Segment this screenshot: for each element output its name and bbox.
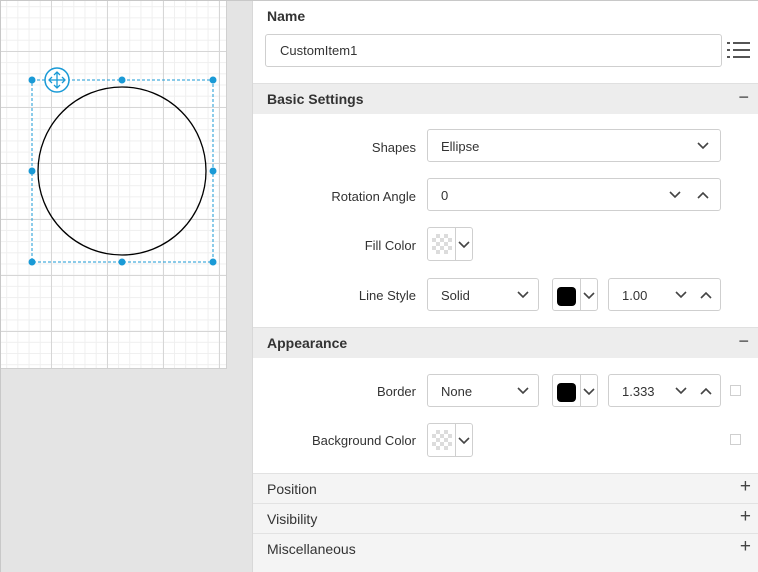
basic-settings-header[interactable]: Basic Settings − xyxy=(253,83,758,114)
resize-handle-left xyxy=(28,167,36,175)
chevron-down-icon xyxy=(457,240,471,250)
line-style-label: Line Style xyxy=(358,288,416,303)
minus-icon[interactable]: − xyxy=(738,331,749,352)
line-style-value: Solid xyxy=(441,288,470,303)
design-canvas-area xyxy=(1,1,252,572)
chevron-down-icon xyxy=(516,290,530,300)
shapes-dropdown[interactable]: Ellipse xyxy=(427,129,721,162)
line-width-spinner[interactable]: 1.00 xyxy=(608,278,721,311)
design-canvas[interactable] xyxy=(1,1,227,369)
resize-handle-bottom xyxy=(118,258,126,266)
resize-handle-bottom-left xyxy=(28,258,36,266)
chevron-up-icon[interactable] xyxy=(696,190,710,200)
plus-icon[interactable]: + xyxy=(740,506,751,528)
section-miscellaneous[interactable]: Miscellaneous + xyxy=(253,533,758,572)
chevron-down-icon xyxy=(582,387,596,397)
move-icon[interactable] xyxy=(44,67,70,93)
resize-handle-top-right xyxy=(209,76,217,84)
picker-divider xyxy=(455,424,456,456)
chevron-down-icon xyxy=(696,141,710,151)
chevron-up-icon[interactable] xyxy=(699,290,713,300)
shapes-label: Shapes xyxy=(371,140,416,155)
chevron-up-icon[interactable] xyxy=(699,386,713,396)
border-checkbox[interactable] xyxy=(730,385,741,396)
shapes-value: Ellipse xyxy=(441,139,480,154)
border-dropdown[interactable]: None xyxy=(427,374,539,407)
selection-box xyxy=(31,79,214,263)
chevron-down-icon xyxy=(457,436,471,446)
appearance-header[interactable]: Appearance − xyxy=(253,327,758,358)
section-visibility-title: Visibility xyxy=(267,511,318,527)
border-width-spinner[interactable]: 1.333 xyxy=(608,374,721,407)
background-checkbox[interactable] xyxy=(730,434,741,445)
name-label: Name xyxy=(267,8,306,24)
background-color-picker[interactable] xyxy=(427,423,473,457)
appearance-title: Appearance xyxy=(267,335,348,351)
line-style-dropdown[interactable]: Solid xyxy=(427,278,539,311)
canvas-drawing xyxy=(28,67,217,266)
border-color-picker[interactable] xyxy=(552,374,598,407)
border-value: None xyxy=(441,384,473,399)
name-input[interactable]: CustomItem1 xyxy=(265,34,722,67)
chevron-down-icon xyxy=(516,386,530,396)
properties-panel: Name CustomItem1 Basic Settings − Shapes xyxy=(252,1,758,572)
transparent-swatch xyxy=(432,234,452,254)
section-position-title: Position xyxy=(267,481,317,497)
minus-icon[interactable]: − xyxy=(738,87,749,108)
picker-divider xyxy=(580,375,581,406)
resize-handle-bottom-right xyxy=(209,258,217,266)
basic-settings-title: Basic Settings xyxy=(267,91,364,107)
chevron-down-icon[interactable] xyxy=(674,386,688,396)
rotation-angle-label: Rotation Angle xyxy=(331,189,416,204)
fill-color-label: Fill Color xyxy=(364,238,416,253)
list-icon[interactable] xyxy=(727,39,751,61)
fill-color-picker[interactable] xyxy=(427,227,473,261)
rotation-angle-spinner[interactable]: 0 xyxy=(427,178,721,211)
resize-handles[interactable] xyxy=(28,76,217,266)
transparent-swatch xyxy=(432,430,452,450)
report-designer: Name CustomItem1 Basic Settings − Shapes xyxy=(0,0,758,572)
chevron-down-icon[interactable] xyxy=(674,290,688,300)
rotation-angle-value: 0 xyxy=(441,188,449,203)
border-label: Border xyxy=(376,384,416,399)
section-position[interactable]: Position + xyxy=(253,473,758,503)
border-color-swatch xyxy=(557,383,576,402)
chevron-down-icon[interactable] xyxy=(668,190,682,200)
picker-divider xyxy=(580,279,581,310)
resize-handle-right xyxy=(209,167,217,175)
plus-icon[interactable]: + xyxy=(740,536,751,558)
resize-handle-top-left xyxy=(28,76,36,84)
line-color-picker[interactable] xyxy=(552,278,598,311)
background-color-label: Background Color xyxy=(311,433,416,448)
section-miscellaneous-title: Miscellaneous xyxy=(267,541,356,557)
section-visibility[interactable]: Visibility + xyxy=(253,503,758,533)
chevron-down-icon xyxy=(582,291,596,301)
plus-icon[interactable]: + xyxy=(740,476,751,498)
border-width-value: 1.333 xyxy=(622,384,655,399)
ellipse-item[interactable] xyxy=(37,86,207,256)
line-width-value: 1.00 xyxy=(622,288,648,303)
line-color-swatch xyxy=(557,287,576,306)
picker-divider xyxy=(455,228,456,260)
resize-handle-top xyxy=(118,76,126,84)
